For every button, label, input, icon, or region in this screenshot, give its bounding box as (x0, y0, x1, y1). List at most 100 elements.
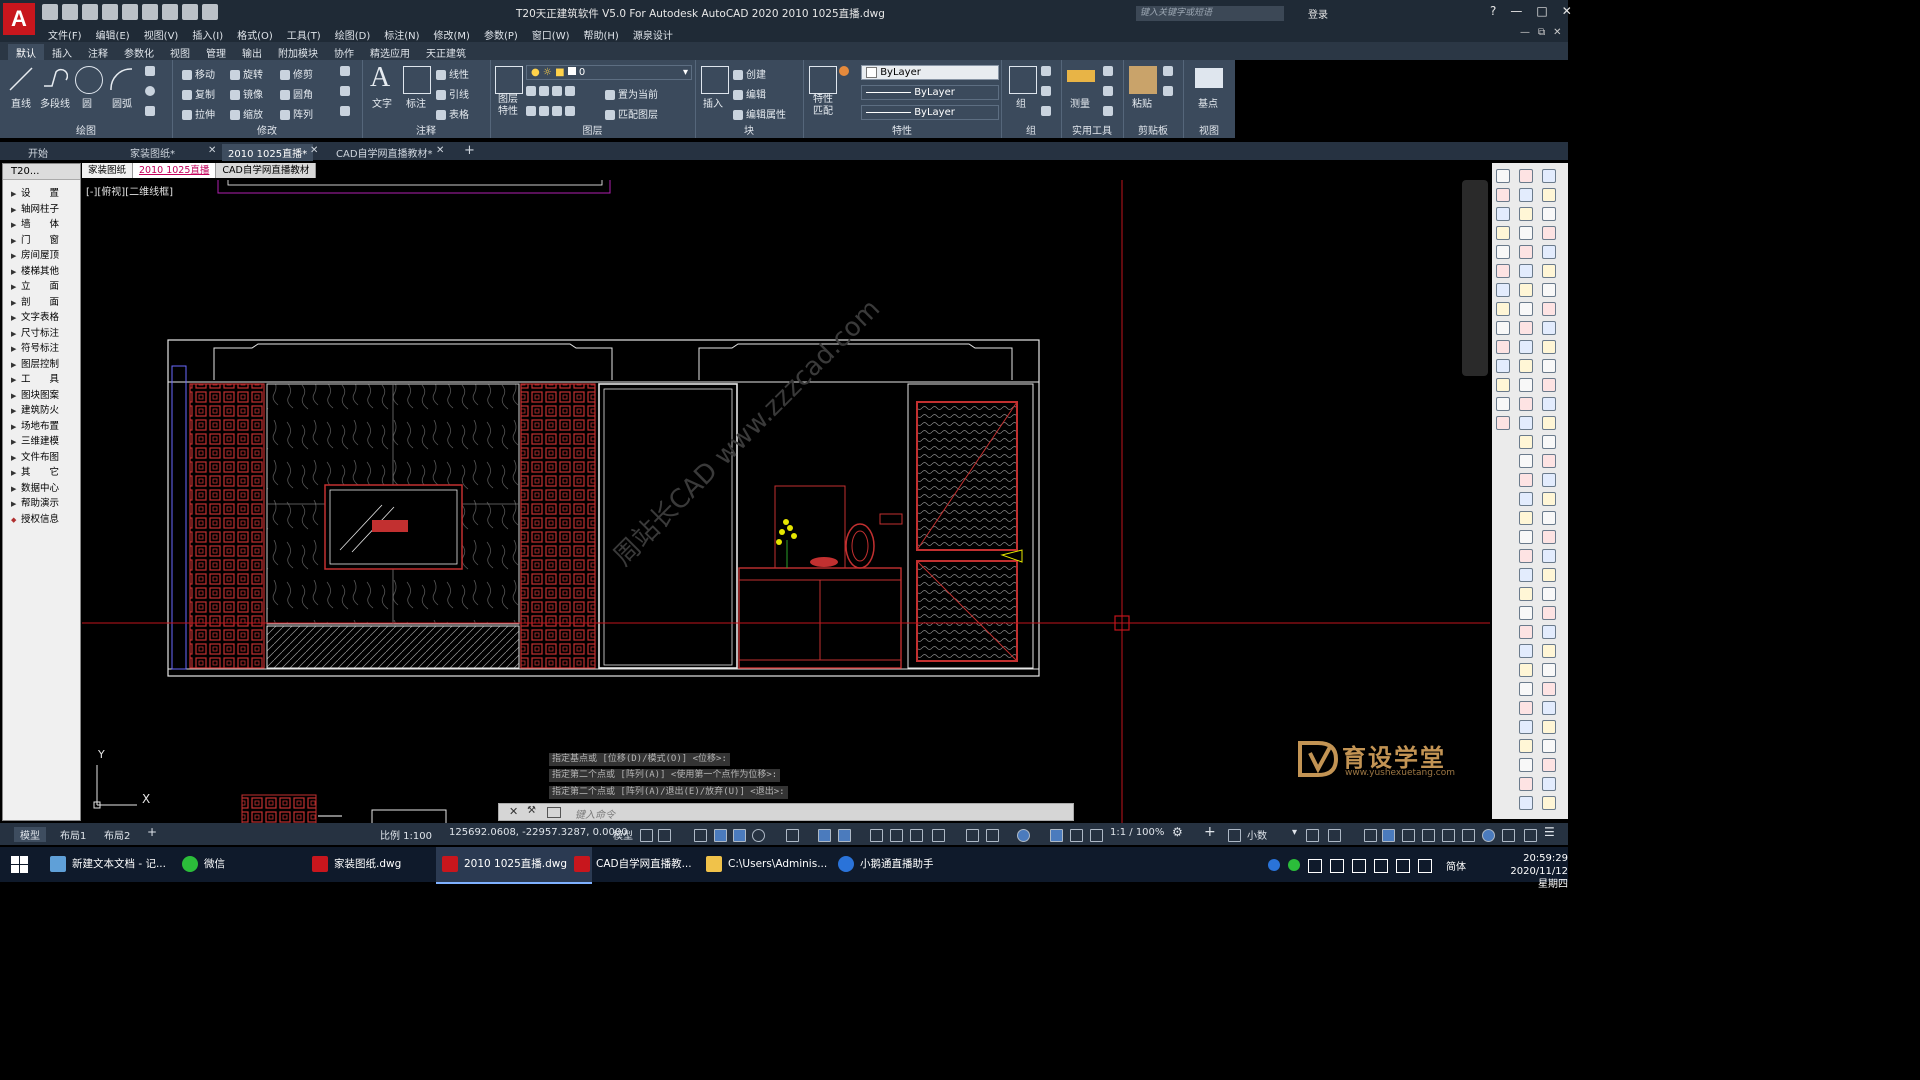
new-file-icon[interactable] (42, 4, 58, 20)
tangent-tool-icon[interactable] (1542, 169, 1556, 183)
tangent-tool-icon[interactable] (1542, 492, 1556, 506)
drawing-scale[interactable]: 比例 1:100 (380, 827, 432, 842)
auto-scale-icon[interactable] (1070, 829, 1083, 842)
selection-cycling-icon[interactable] (910, 829, 923, 842)
tangent-tool-icon[interactable] (1519, 625, 1533, 639)
tangent-tool-icon[interactable] (1542, 549, 1556, 563)
polyline-icon[interactable] (42, 66, 69, 92)
ceiling-moulding-left[interactable] (213, 343, 613, 380)
tab-collaborate[interactable]: 协作 (326, 44, 362, 61)
tangent-tool-icon[interactable] (1519, 568, 1533, 582)
gizmo-icon[interactable] (1017, 829, 1030, 842)
command-history-icon[interactable] (547, 807, 561, 818)
tangent-tool-icon[interactable] (1542, 397, 1556, 411)
tangent-toggle-3-icon[interactable] (1462, 829, 1475, 842)
palette-item-tools[interactable]: ▶ 工 具 (3, 372, 80, 388)
layer-tool-icons-row2[interactable] (526, 106, 578, 117)
clean-screen-icon[interactable] (1402, 829, 1415, 842)
tangent-tool-icon[interactable] (1496, 359, 1510, 373)
redo-icon[interactable] (202, 4, 218, 20)
annotation-visibility-icon[interactable] (1050, 829, 1063, 842)
tangent-tool-icon[interactable] (1519, 245, 1533, 259)
tangent-tool-icon[interactable] (1519, 720, 1533, 734)
menu-view[interactable]: 视图(V) (144, 27, 179, 42)
menu-tools[interactable]: 工具(T) (287, 27, 321, 42)
annotation-scale-icon[interactable] (1090, 829, 1103, 842)
cut-icon[interactable] (1163, 66, 1176, 77)
insert-block-button[interactable]: 插入 (703, 95, 723, 110)
chevron-down-icon[interactable]: ▾ (1292, 827, 1297, 838)
tangent-tool-icon[interactable] (1519, 530, 1533, 544)
menu-file[interactable]: 文件(F) (48, 27, 82, 42)
tray-wifi-icon[interactable] (1418, 859, 1432, 873)
tab-default[interactable]: 默认 (8, 44, 44, 61)
tangent-tool-icon[interactable] (1542, 245, 1556, 259)
tangent-tool-icon[interactable] (1542, 321, 1556, 335)
publish-icon[interactable] (122, 4, 138, 20)
lock-ui-icon[interactable] (1328, 829, 1341, 842)
tangent-tool-icon[interactable] (1519, 264, 1533, 278)
array-button[interactable]: 阵列 (280, 106, 313, 121)
menu-edit[interactable]: 编辑(E) (96, 27, 130, 42)
plant-vase[interactable] (776, 519, 797, 568)
layer-properties-button[interactable]: 图层特性 (496, 94, 520, 118)
create-block-button[interactable]: 创建 (733, 66, 766, 81)
groups-panel-title[interactable]: 组 (1001, 122, 1061, 137)
doc-restore-icon[interactable]: ⧉ (1538, 27, 1545, 38)
taskbar-xiaoetong[interactable]: 小鹅通直播助手 (832, 847, 934, 882)
doc-minimize-icon[interactable]: — (1520, 27, 1530, 38)
viewport-controls-label[interactable]: [-][俯视][二维线框] (86, 183, 173, 198)
palette-item-text-tables[interactable]: ▶ 文字表格 (3, 310, 80, 326)
palette-item-site-layout[interactable]: ▶ 场地布置 (3, 419, 80, 435)
group-select-icon[interactable] (1041, 106, 1054, 117)
ellipse-icon[interactable] (145, 86, 158, 97)
rectangle-icon[interactable] (145, 66, 158, 77)
tangent-tool-icon[interactable] (1496, 283, 1510, 297)
tangent-tool-icon[interactable] (1542, 796, 1556, 810)
insert-block-icon[interactable] (701, 66, 729, 94)
palette-item-settings[interactable]: ▶ 设 置 (3, 186, 80, 202)
help-icon[interactable]: ? (1490, 4, 1496, 18)
ucs-dynamic-icon[interactable] (966, 829, 979, 842)
leader-button[interactable]: 引线 (436, 86, 469, 101)
tangent-tool-icon[interactable] (1519, 644, 1533, 658)
tangent-tool-icon[interactable] (1542, 720, 1556, 734)
inner-tab-live-drawing[interactable]: 2010 1025直播 (133, 163, 217, 178)
tangent-tool-icon[interactable] (1542, 473, 1556, 487)
units-icon[interactable] (1228, 829, 1241, 842)
ungroup-icon[interactable] (1041, 66, 1054, 77)
tangent-tool-icon[interactable] (1519, 701, 1533, 715)
draw-panel-title[interactable]: 绘图 (0, 122, 172, 137)
tangent-tool-icon[interactable] (1542, 568, 1556, 582)
tangent-tool-icon[interactable] (1519, 454, 1533, 468)
select-all-icon[interactable] (1103, 86, 1116, 97)
tangent-tool-icon[interactable] (1519, 169, 1533, 183)
tangent-tool-icon[interactable] (1542, 587, 1556, 601)
polar-tracking-icon[interactable] (752, 829, 765, 842)
group-edit-icon[interactable] (1041, 86, 1054, 97)
clipboard-panel-title[interactable]: 剪贴板 (1123, 122, 1183, 137)
layer-dropdown[interactable]: ● ☼ ■ 0 ▾ (526, 65, 692, 80)
tangent-tool-icon[interactable] (1519, 758, 1533, 772)
tangent-toggle-4-icon[interactable] (1482, 829, 1495, 842)
input-method[interactable]: 简体 (1446, 858, 1466, 873)
tangent-tool-icon[interactable] (1542, 682, 1556, 696)
palette-item-elevation[interactable]: ▶ 立 面 (3, 279, 80, 295)
tab-model[interactable]: 模型 (14, 827, 46, 842)
arc-icon[interactable] (108, 66, 134, 92)
tangent-tool-icon[interactable] (1542, 758, 1556, 772)
layer-tool-icons-row1[interactable] (526, 86, 578, 97)
tangent-tool-icon[interactable] (1496, 321, 1510, 335)
utilities-panel-title[interactable]: 实用工具 (1061, 122, 1123, 137)
tab-featured-apps[interactable]: 精选应用 (362, 44, 418, 61)
palette-item-3d-modeling[interactable]: ▶ 三维建模 (3, 434, 80, 450)
tangent-tool-icon[interactable] (1542, 435, 1556, 449)
tangent-tool-icon[interactable] (1519, 321, 1533, 335)
tangent-tool-icon[interactable] (1496, 416, 1510, 430)
object-snap-tracking-icon[interactable] (818, 829, 831, 842)
save-as-icon[interactable] (102, 4, 118, 20)
mirror-button[interactable]: 镜像 (230, 86, 263, 101)
tab-output[interactable]: 输出 (234, 44, 270, 61)
elevation-drawing[interactable]: 周站长CAD www.zzzcad.com (82, 177, 1490, 826)
palette-item-fire-protection[interactable]: ▶ 建筑防火 (3, 403, 80, 419)
